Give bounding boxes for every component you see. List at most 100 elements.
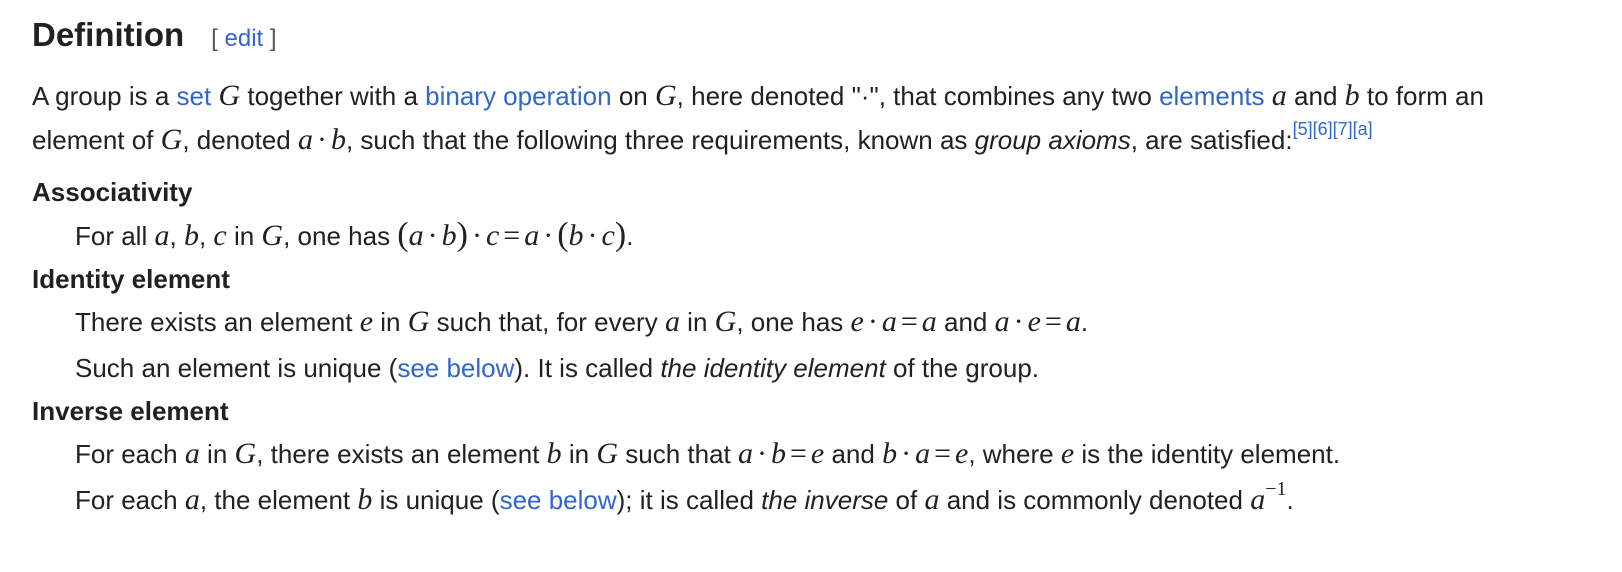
intro-paragraph: A group is a set G together with a binar… bbox=[32, 74, 1580, 162]
math-symbol: G bbox=[160, 123, 183, 156]
math-symbol: a bbox=[408, 219, 424, 252]
math-symbol: b bbox=[330, 123, 346, 156]
axioms-list: Associativity For all a, b, c in G, one … bbox=[32, 172, 1580, 523]
associativity-term: Associativity bbox=[32, 177, 193, 207]
edit-section: [ edit ] bbox=[211, 25, 276, 53]
text-run: in bbox=[226, 221, 262, 251]
text-run: in bbox=[679, 307, 715, 337]
text-run: For all bbox=[75, 221, 155, 251]
reference-link-6[interactable]: [6] bbox=[1313, 119, 1333, 139]
math-symbol: · bbox=[587, 219, 598, 252]
text-run: and bbox=[1286, 81, 1345, 111]
math-symbol: e bbox=[850, 305, 864, 338]
math-symbol: c bbox=[601, 219, 615, 252]
section-title: Definition bbox=[32, 16, 185, 53]
text-run: , are satisfied: bbox=[1130, 125, 1293, 155]
text-run: Such an element is unique ( bbox=[75, 353, 398, 383]
text-run: ). It is called bbox=[514, 353, 661, 383]
text-run: ] bbox=[269, 25, 277, 52]
reference-link-a[interactable]: [a] bbox=[1353, 119, 1373, 139]
math-symbol: · bbox=[757, 437, 767, 470]
text-run: A group is a bbox=[32, 81, 177, 111]
text-run: There exists an element bbox=[75, 307, 360, 337]
text-run: For each bbox=[75, 485, 185, 515]
math-symbol: e bbox=[1027, 305, 1041, 338]
emphasized-term: the identity element bbox=[660, 353, 886, 383]
identity-element-term: Identity element bbox=[32, 264, 230, 294]
inverse-uniqueness: For each a, the element b is unique (see… bbox=[75, 477, 1580, 523]
text-run: , bbox=[169, 221, 177, 251]
text-run: . bbox=[1080, 307, 1089, 337]
math-symbol: c bbox=[213, 219, 227, 252]
math-symbol: a bbox=[881, 305, 897, 338]
math-symbol: a bbox=[1271, 79, 1287, 112]
elements-link[interactable]: elements bbox=[1159, 81, 1265, 111]
inverse-element-term: Inverse element bbox=[32, 396, 229, 426]
text-run: , denoted bbox=[182, 125, 298, 155]
math-symbol: · bbox=[316, 123, 327, 156]
text-run: , the element bbox=[199, 485, 358, 515]
text-run: , here denoted "·", that combines any tw… bbox=[676, 81, 1160, 111]
math-symbol: b bbox=[183, 219, 199, 252]
math-symbol: e bbox=[810, 437, 825, 470]
inverse-definition: For each a in G, there exists an element… bbox=[75, 431, 1580, 477]
math-symbol: = bbox=[934, 437, 951, 470]
math-symbol: G bbox=[654, 79, 677, 112]
math-symbol: b bbox=[546, 437, 562, 470]
identity-definition: There exists an element e in G such that… bbox=[75, 299, 1580, 345]
emphasized-term: the inverse bbox=[761, 485, 889, 515]
math-symbol: · bbox=[1013, 305, 1024, 338]
reference-link-5[interactable]: [5] bbox=[1293, 119, 1313, 139]
math-symbol: a bbox=[184, 483, 200, 516]
section-heading: Definition [ edit ] bbox=[32, 14, 1580, 56]
math-symbol: a bbox=[664, 305, 680, 338]
math-symbol: · bbox=[543, 219, 554, 252]
math-symbol: b bbox=[882, 437, 898, 470]
text-run: ); it is called bbox=[616, 485, 762, 515]
math-symbol: a bbox=[915, 437, 931, 470]
math-symbol: · bbox=[901, 437, 912, 470]
math-symbol: = bbox=[790, 437, 807, 470]
edit-link[interactable]: edit bbox=[225, 25, 264, 52]
math-symbol: G bbox=[218, 79, 241, 112]
math-symbol: = bbox=[503, 219, 521, 252]
text-run: in bbox=[199, 439, 235, 469]
math-symbol: b bbox=[568, 219, 584, 252]
math-symbol: a bbox=[1065, 305, 1081, 338]
text-run: and bbox=[936, 307, 995, 337]
text-run: , there exists an element bbox=[256, 439, 547, 469]
math-symbol: G bbox=[407, 305, 430, 338]
see-below-link[interactable]: see below bbox=[397, 353, 514, 383]
binary-operation-link[interactable]: binary operation bbox=[425, 81, 611, 111]
article-section: Definition [ edit ] A group is a set G t… bbox=[0, 0, 1580, 523]
math-symbol: a bbox=[924, 483, 940, 516]
math-symbol: G bbox=[234, 437, 257, 470]
math-symbol: a bbox=[297, 123, 313, 156]
math-symbol: a bbox=[1250, 483, 1266, 516]
math-symbol: e bbox=[1060, 437, 1075, 470]
math-symbol: = bbox=[900, 305, 918, 338]
reference-link-7[interactable]: [7] bbox=[1333, 119, 1353, 139]
text-run: on bbox=[611, 81, 655, 111]
math-symbol: G bbox=[261, 219, 284, 252]
math-symbol: −1 bbox=[1265, 478, 1287, 500]
text-run: together with a bbox=[240, 81, 426, 111]
math-symbol: G bbox=[596, 437, 619, 470]
set-link[interactable]: set bbox=[177, 81, 212, 111]
group-axioms-term: group axioms bbox=[974, 125, 1131, 155]
math-symbol: ) bbox=[614, 216, 627, 253]
text-run: of the group. bbox=[885, 353, 1040, 383]
text-run: , such that the following three requirem… bbox=[345, 125, 975, 155]
text-run: . bbox=[1286, 485, 1294, 515]
math-symbol: = bbox=[1044, 305, 1062, 338]
see-below-link[interactable]: see below bbox=[500, 485, 617, 515]
math-symbol: a bbox=[738, 437, 753, 470]
math-symbol: a bbox=[994, 305, 1010, 338]
text-run: of bbox=[888, 485, 925, 515]
math-symbol: b bbox=[1344, 79, 1360, 112]
text-run: , bbox=[198, 221, 207, 251]
text-run: [ bbox=[211, 25, 218, 52]
text-run: and is commonly denoted bbox=[939, 485, 1251, 515]
text-run: is the identity element. bbox=[1074, 439, 1341, 469]
reference-list: [5][6][7][a] bbox=[1293, 119, 1373, 139]
